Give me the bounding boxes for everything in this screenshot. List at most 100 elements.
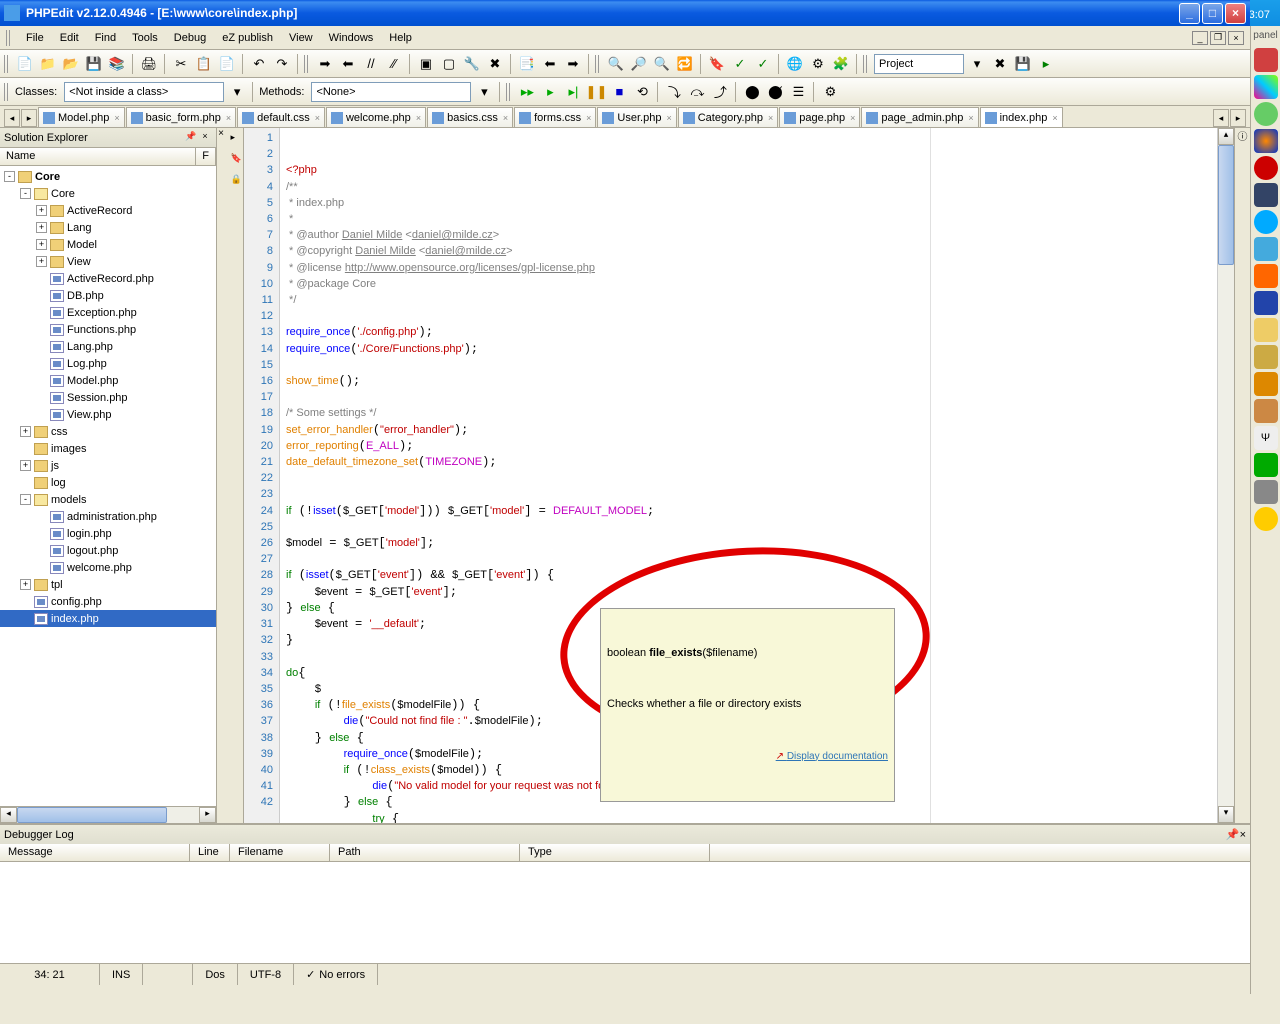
- overview-top-icon[interactable]: ⓘ: [1235, 128, 1250, 144]
- debug-run-button[interactable]: ▸: [540, 82, 560, 102]
- file-tab[interactable]: forms.css×: [514, 107, 596, 127]
- debug-col-line[interactable]: Line: [190, 844, 230, 861]
- vscroll-thumb[interactable]: [1218, 145, 1234, 265]
- tab-close-icon[interactable]: ×: [968, 113, 973, 123]
- region-expand-button[interactable]: ▣: [416, 54, 436, 74]
- plugin-button[interactable]: 🧩: [831, 54, 851, 74]
- step-over-button[interactable]: ⤼: [687, 82, 707, 102]
- expand-icon[interactable]: +: [36, 222, 47, 233]
- tab-close-icon[interactable]: ×: [416, 113, 421, 123]
- validate-button[interactable]: ✓: [730, 54, 750, 74]
- ie-icon[interactable]: [1254, 237, 1278, 261]
- tab-close-icon[interactable]: ×: [226, 113, 231, 123]
- project-close-button[interactable]: ✖: [990, 54, 1010, 74]
- tree-node[interactable]: ActiveRecord.php: [0, 270, 216, 287]
- tab-close-icon[interactable]: ×: [666, 113, 671, 123]
- hscroll-track[interactable]: [17, 807, 199, 823]
- tree-node[interactable]: -Core: [0, 168, 216, 185]
- toolbar-grip[interactable]: [4, 55, 10, 73]
- file-tab[interactable]: welcome.php×: [326, 107, 426, 127]
- find-next-button[interactable]: 🔎: [629, 54, 649, 74]
- debug-stop-button[interactable]: ■: [609, 82, 629, 102]
- redo-button[interactable]: ↷: [272, 54, 292, 74]
- tree-node[interactable]: config.php: [0, 593, 216, 610]
- tab-close-icon[interactable]: ×: [315, 113, 320, 123]
- tree-node[interactable]: Lang.php: [0, 338, 216, 355]
- dev-icon[interactable]: [1254, 480, 1278, 504]
- icq-icon[interactable]: [1254, 102, 1278, 126]
- column-name[interactable]: Name: [0, 148, 196, 165]
- print-button[interactable]: 🖨: [139, 54, 159, 74]
- tree-node[interactable]: +Lang: [0, 219, 216, 236]
- debug-col-filename[interactable]: Filename: [230, 844, 330, 861]
- save-all-button[interactable]: 📚: [107, 54, 127, 74]
- menu-file[interactable]: File: [18, 29, 52, 47]
- expand-icon[interactable]: +: [36, 239, 47, 250]
- opera-icon[interactable]: [1254, 156, 1278, 180]
- find-button[interactable]: 🔍: [606, 54, 626, 74]
- file-tab[interactable]: index.php×: [980, 107, 1063, 127]
- expand-icon[interactable]: +: [36, 256, 47, 267]
- new-solution-button[interactable]: 📁: [38, 54, 58, 74]
- indent-button[interactable]: ➡: [315, 54, 335, 74]
- margin-bookmark-icon[interactable]: 🔖: [231, 153, 242, 164]
- expand-icon[interactable]: +: [20, 579, 31, 590]
- tree-node[interactable]: Model.php: [0, 372, 216, 389]
- menu-help[interactable]: Help: [381, 29, 420, 47]
- validate2-button[interactable]: ✓: [753, 54, 773, 74]
- toolbar-grip[interactable]: [506, 83, 512, 101]
- delete-button[interactable]: ✖: [485, 54, 505, 74]
- save-button[interactable]: 💾: [84, 54, 104, 74]
- project-run-button[interactable]: ▸: [1036, 54, 1056, 74]
- mdi-close[interactable]: ×: [1228, 31, 1244, 45]
- file-tab[interactable]: Model.php×: [38, 107, 125, 127]
- menu-ezpublish[interactable]: eZ publish: [214, 29, 281, 47]
- copy-button[interactable]: 📋: [194, 54, 214, 74]
- tree-node[interactable]: Functions.php: [0, 321, 216, 338]
- tree-node[interactable]: +css: [0, 423, 216, 440]
- expand-icon[interactable]: -: [20, 494, 31, 505]
- panel-close-button[interactable]: ×: [1240, 829, 1246, 841]
- file-tab[interactable]: basic_form.php×: [126, 107, 236, 127]
- eye-icon[interactable]: [1254, 453, 1278, 477]
- lock-icon[interactable]: [1254, 345, 1278, 369]
- tab-close-icon[interactable]: ×: [850, 113, 855, 123]
- tab-close-icon[interactable]: ×: [1052, 113, 1057, 123]
- vscroll-track[interactable]: [1218, 145, 1234, 806]
- menu-windows[interactable]: Windows: [321, 29, 382, 47]
- copy-icon[interactable]: [1254, 318, 1278, 342]
- tree-node[interactable]: administration.php: [0, 508, 216, 525]
- debug-step-button[interactable]: ▸|: [563, 82, 583, 102]
- toolbar-grip[interactable]: [304, 55, 310, 73]
- settings-button[interactable]: ⚙: [808, 54, 828, 74]
- debug-start-button[interactable]: ▸▸: [517, 82, 537, 102]
- skype-icon[interactable]: [1254, 210, 1278, 234]
- debugger-body[interactable]: [0, 862, 1250, 963]
- paste-button[interactable]: 📄: [217, 54, 237, 74]
- margin-lock-icon[interactable]: 🔒: [231, 174, 242, 185]
- tree-node[interactable]: -models: [0, 491, 216, 508]
- debug-restart-button[interactable]: ⟲: [632, 82, 652, 102]
- debug-col-type[interactable]: Type: [520, 844, 710, 861]
- file-tab[interactable]: Category.php×: [678, 107, 779, 127]
- classes-combo[interactable]: [64, 82, 224, 102]
- menu-view[interactable]: View: [281, 29, 321, 47]
- code-editor[interactable]: 1234567891011121314151617181920212223242…: [244, 128, 1250, 823]
- tab-close-icon[interactable]: ×: [114, 113, 119, 123]
- tab-close-icon[interactable]: ×: [503, 113, 508, 123]
- breakpoint-list-button[interactable]: ☰: [788, 82, 808, 102]
- tabs-scroll-right2[interactable]: ▸: [1230, 109, 1246, 127]
- bookmark-button[interactable]: 🔖: [707, 54, 727, 74]
- file-tab[interactable]: default.css×: [237, 107, 325, 127]
- psi-icon[interactable]: Ψ: [1254, 426, 1278, 450]
- panel-pin-button[interactable]: 📌: [1226, 828, 1240, 841]
- file-tab[interactable]: basics.css×: [427, 107, 513, 127]
- code-area[interactable]: <?php /** * index.php * * @author Daniel…: [280, 128, 1217, 823]
- mdi-minimize[interactable]: _: [1192, 31, 1208, 45]
- nav-back-button[interactable]: ⬅: [540, 54, 560, 74]
- nav-fwd-button[interactable]: ➡: [563, 54, 583, 74]
- tree-node[interactable]: +View: [0, 253, 216, 270]
- minimize-button[interactable]: _: [1179, 3, 1200, 24]
- expand-icon[interactable]: +: [20, 426, 31, 437]
- expand-icon[interactable]: +: [36, 205, 47, 216]
